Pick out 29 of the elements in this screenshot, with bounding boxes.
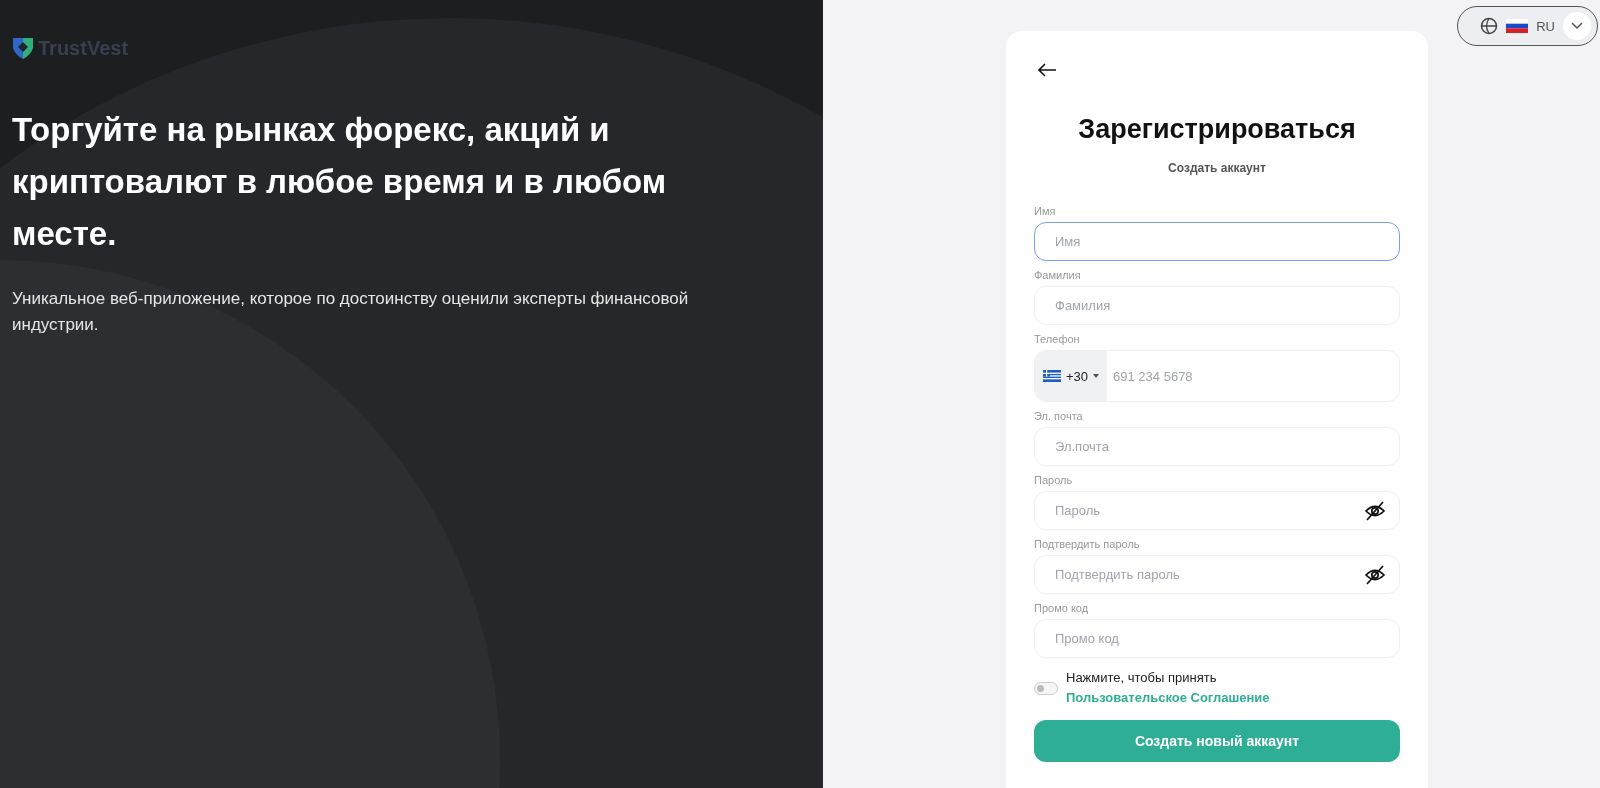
field-label: Пароль (1034, 474, 1074, 486)
field-label: Фамилия (1034, 269, 1082, 281)
language-selector[interactable]: RU (1457, 6, 1598, 46)
form-subtitle: Создать аккаунт (1167, 161, 1267, 175)
password-field[interactable]: Подтвердить пароль (1034, 555, 1400, 594)
form-title: Зарегистрироваться (1077, 114, 1357, 145)
globe-icon (1480, 17, 1499, 35)
hero-text: Уникальное веб-приложение, которое по достоинству оценили эксперты финансовой индустрии. (12, 288, 690, 336)
hero-headline: Торгуйте на рынках форекс, акций и криптовалют в любое время и в любом месте. (12, 110, 668, 254)
shield-logo-icon (12, 36, 34, 60)
agreement-toggle[interactable] (1034, 681, 1058, 695)
chevron-down-icon (1563, 12, 1591, 40)
dropdown-triangle-icon (1093, 374, 1100, 378)
back-arrow-icon[interactable] (1037, 62, 1057, 78)
eye-slash-icon[interactable] (1364, 501, 1386, 521)
password-field[interactable]: Пароль (1034, 491, 1400, 530)
field-label: Эл. почта (1034, 410, 1084, 422)
field-label: Промо код (1034, 602, 1090, 614)
field-label: Телефон (1034, 333, 1081, 345)
country-code-selector[interactable]: +30 (1035, 351, 1108, 401)
phone-field[interactable]: +30 691 234 5678 (1034, 350, 1400, 402)
greek-flag-icon (1043, 370, 1061, 382)
field-label: Подтвердить пароль (1034, 538, 1141, 550)
field-label: Имя (1034, 205, 1057, 217)
eye-slash-icon[interactable] (1364, 565, 1386, 585)
phone-number-input[interactable]: 691 234 5678 (1107, 351, 1399, 401)
flag-icon (1506, 19, 1529, 33)
agreement-text: Нажмите, чтобы принять Пользовательское Соглашение (1066, 669, 1271, 707)
input-field[interactable]: Имя (1034, 222, 1400, 261)
